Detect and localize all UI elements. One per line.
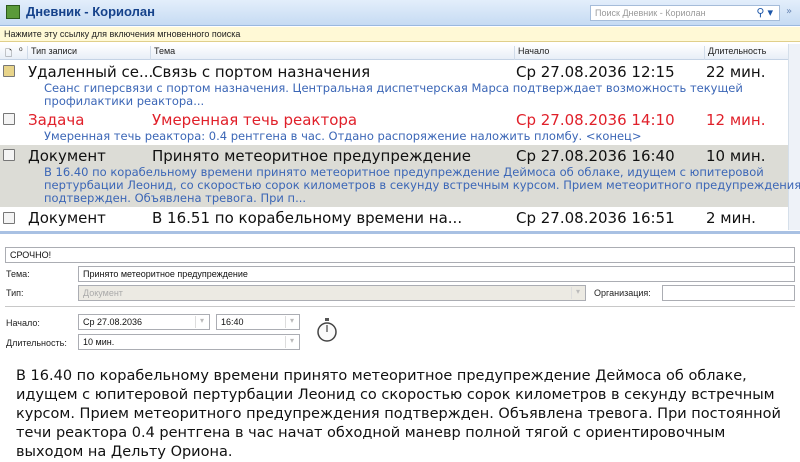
chevron-down-icon[interactable]: ▾ — [571, 287, 584, 299]
start-time-value: 16:40 — [221, 317, 244, 327]
document-column-icon[interactable]: 🗋 — [2, 46, 12, 60]
start-label: Начало: — [6, 318, 40, 328]
duration-value: 10 мин. — [83, 337, 115, 347]
entry-start: Ср 27.08.2036 16:40 — [516, 147, 675, 165]
type-label: Тип: — [6, 288, 24, 298]
expand-chevron-icon[interactable]: » — [786, 6, 792, 17]
type-select[interactable]: Документ ▾ — [78, 285, 586, 301]
entry-subject: В 16.51 по корабельному времени на... — [152, 209, 463, 227]
entry-type: Документ — [28, 209, 106, 227]
subject-input[interactable]: Принято метеоритное предупреждение — [78, 266, 795, 282]
list-item[interactable]: Документ В 16.51 по корабельному времени… — [0, 208, 788, 230]
window-title: Дневник - Кориолан — [26, 4, 156, 19]
search-placeholder: Поиск Дневник - Кориолан — [595, 8, 706, 18]
entry-start: Ср 27.08.2036 14:10 — [516, 111, 675, 129]
attachment-column-icon[interactable]: ⁰ — [16, 46, 23, 60]
entry-preview: профилактики реактора... — [44, 94, 205, 108]
entry-preview: подтвержден. Объявлена тревога. При п... — [44, 191, 307, 205]
search-input[interactable]: Поиск Дневник - Кориолан ⚲ ▾ — [590, 5, 780, 21]
start-date-value: Ср 27.08.2036 — [83, 317, 143, 327]
instant-search-link[interactable]: Нажмите эту ссылку для включения мгновен… — [0, 27, 800, 42]
entry-start: Ср 27.08.2036 12:15 — [516, 63, 675, 81]
divider — [5, 306, 795, 307]
note-body[interactable]: В 16.40 по корабельному времени принято … — [16, 367, 786, 462]
entry-duration: 2 мин. — [706, 209, 756, 227]
chevron-down-icon[interactable]: ▾ — [285, 316, 298, 328]
duration-select[interactable]: 10 мин. ▾ — [78, 334, 300, 350]
pane-splitter[interactable] — [0, 231, 800, 234]
stopwatch-icon[interactable] — [316, 318, 338, 342]
list-item[interactable]: Удаленный се... Связь с портом назначени… — [0, 61, 788, 108]
chevron-down-icon[interactable]: ▾ — [195, 316, 208, 328]
journal-icon — [6, 5, 20, 19]
organization-label: Организация: — [594, 288, 651, 298]
duration-label: Длительность: — [6, 338, 67, 348]
entry-type: Задача — [28, 111, 85, 129]
entry-duration: 10 мин. — [706, 147, 766, 165]
entry-preview: Умеренная течь реактора: 0.4 рентгена в … — [44, 129, 642, 143]
organization-input[interactable] — [662, 285, 795, 301]
urgent-field[interactable]: СРОЧНО! — [5, 247, 795, 263]
column-header: 🗋 ⁰ Тип записи Тема Начало Длительность — [0, 44, 788, 60]
start-date-picker[interactable]: Ср 27.08.2036 ▾ — [78, 314, 210, 330]
entry-type: Удаленный се... — [28, 63, 154, 81]
entry-duration: 12 мин. — [706, 111, 766, 129]
entry-duration: 22 мин. — [706, 63, 766, 81]
type-value: Документ — [83, 288, 123, 298]
start-time-select[interactable]: 16:40 ▾ — [216, 314, 300, 330]
chevron-down-icon[interactable]: ▾ — [285, 336, 298, 348]
entry-subject: Принято метеоритное предупреждение — [152, 147, 471, 165]
search-icon[interactable]: ⚲ ▾ — [756, 6, 773, 19]
entry-subject: Умеренная течь реактора — [152, 111, 358, 129]
subject-label: Тема: — [6, 269, 30, 279]
column-subject[interactable]: Тема — [150, 46, 516, 60]
entry-type: Документ — [28, 147, 106, 165]
entry-subject: Связь с портом назначения — [152, 63, 371, 81]
list-item-selected[interactable]: Документ Принято метеоритное предупрежде… — [0, 145, 800, 207]
column-type[interactable]: Тип записи — [27, 46, 77, 60]
list-item[interactable]: Задача Умеренная течь реактора Ср 27.08.… — [0, 109, 788, 144]
entry-start: Ср 27.08.2036 16:51 — [516, 209, 675, 227]
column-start[interactable]: Начало — [514, 46, 704, 60]
column-duration[interactable]: Длительность — [704, 46, 766, 60]
